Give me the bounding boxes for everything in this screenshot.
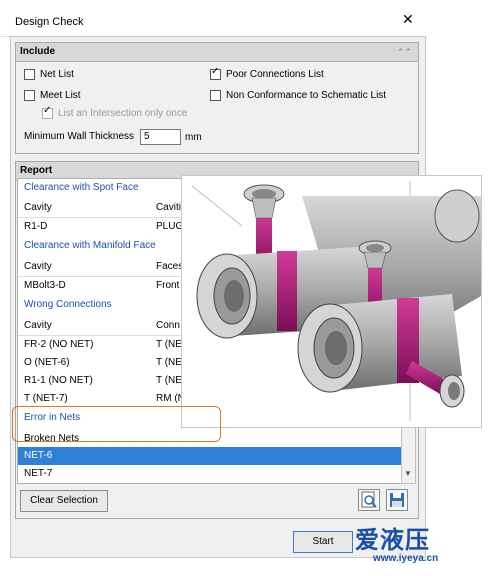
- manifold-illustration: [191, 181, 481, 421]
- clear-selection-button[interactable]: Clear Selection: [20, 490, 108, 512]
- meet-list-checkbox-row[interactable]: Meet List: [24, 90, 81, 101]
- meet-list-label: Meet List: [40, 90, 81, 101]
- non-conformance-label: Non Conformance to Schematic List: [226, 90, 387, 101]
- magnifier-icon: [361, 491, 377, 508]
- non-conformance-checkbox-row[interactable]: Non Conformance to Schematic List: [210, 90, 386, 101]
- scroll-down-icon[interactable]: ▼: [404, 469, 412, 478]
- list-item-selected[interactable]: NET-6: [18, 447, 402, 465]
- intersection-only-checkbox-row: List an Intersection only once: [42, 105, 188, 119]
- design-check-dialog: Design Check ✕ Include ⌃⌃ Net List Poor …: [0, 0, 490, 576]
- save-icon: [390, 493, 404, 507]
- poor-connections-checkbox-row[interactable]: Poor Connections List: [210, 66, 324, 80]
- net-list-checkbox[interactable]: [24, 69, 35, 80]
- poor-connections-checkbox[interactable]: [210, 66, 221, 80]
- intersection-only-label: List an Intersection only once: [58, 108, 188, 119]
- zoom-button[interactable]: [358, 489, 380, 511]
- intersection-only-checkbox: [42, 105, 53, 119]
- close-icon[interactable]: ✕: [402, 11, 414, 28]
- watermark-brand: 爱液压: [355, 527, 430, 554]
- error-in-nets-highlight: [12, 406, 221, 442]
- net-list-label: Net List: [40, 69, 74, 80]
- min-wall-label: Minimum Wall Thickness: [24, 131, 135, 142]
- min-wall-unit: mm: [185, 132, 202, 143]
- start-button[interactable]: Start: [293, 531, 353, 553]
- watermark-url: www.iyeya.cn: [373, 553, 439, 564]
- net-list-checkbox-row[interactable]: Net List: [24, 69, 74, 80]
- title-bar: Design Check ✕: [0, 0, 424, 37]
- save-button[interactable]: [386, 489, 408, 511]
- dialog-title: Design Check: [15, 16, 84, 28]
- min-wall-row: Minimum Wall Thickness: [24, 131, 134, 142]
- manifold-3d-view: [181, 175, 482, 428]
- watermark: 爱液压 www.iyeya.cn: [355, 520, 485, 570]
- min-wall-input[interactable]: 5: [140, 129, 181, 145]
- min-wall-unit-row: mm: [185, 132, 202, 143]
- include-title: Include: [20, 46, 56, 57]
- poor-connections-label: Poor Connections List: [226, 69, 324, 80]
- meet-list-checkbox[interactable]: [24, 90, 35, 101]
- list-item[interactable]: NET-7: [18, 465, 402, 483]
- include-header[interactable]: Include ⌃⌃: [16, 43, 418, 62]
- non-conformance-checkbox[interactable]: [210, 90, 221, 101]
- report-title: Report: [20, 165, 53, 176]
- collapse-icon[interactable]: ⌃⌃: [397, 43, 412, 61]
